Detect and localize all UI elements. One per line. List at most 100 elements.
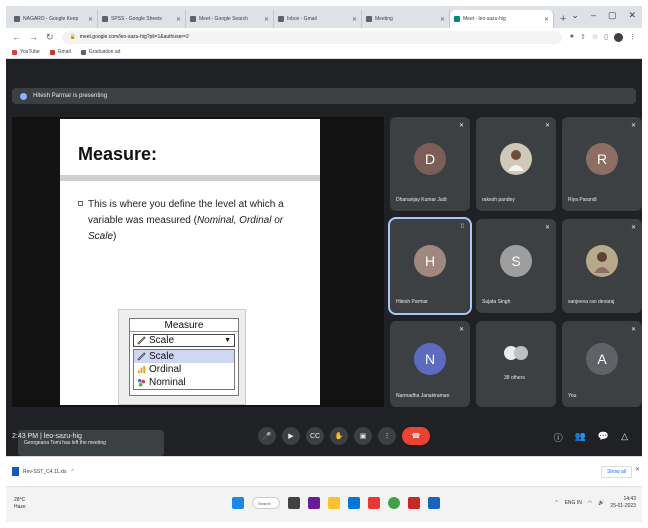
download-item[interactable]: Rev-SST_C4.11.xls ⌃: [12, 467, 75, 476]
close-window-button[interactable]: ✕: [628, 10, 636, 21]
spss-measure-widget: Measure Scale ▼ Scale Ordinal Nominal: [129, 318, 239, 396]
menu-kebab-icon[interactable]: ⋮: [629, 33, 636, 42]
person-photo-icon: [594, 252, 610, 273]
info-icon[interactable]: ⓘ: [554, 431, 563, 444]
people-icon[interactable]: 👥: [575, 431, 586, 444]
participant-grid: ✕ D Dhananjay Kumar Jadi ✕ rakesh pandey…: [388, 117, 642, 407]
participant-tile[interactable]: ✕ S Sujata Singh: [476, 219, 556, 313]
pdf-app-icon[interactable]: [408, 497, 420, 509]
spss-option: Ordinal: [134, 363, 234, 376]
clock[interactable]: 14:43 25-01-2023: [610, 496, 636, 510]
spss-measure-select: Scale ▼: [133, 334, 235, 347]
hand-icon: ✋: [334, 433, 344, 440]
mic-off-icon: ✕: [630, 327, 636, 333]
participant-avatar: A: [586, 343, 618, 375]
windows-start-icon[interactable]: [232, 497, 244, 509]
bookmark-item[interactable]: Gmail: [49, 49, 71, 55]
present-screen-icon: ▣: [359, 433, 367, 440]
captions-button[interactable]: CC: [306, 427, 324, 445]
back-arrow-icon[interactable]: ←: [12, 32, 21, 42]
tab-search-icon[interactable]: ⌄: [571, 10, 579, 21]
meet-area: Hitesh Parmar is presenting Measure: Thi…: [6, 59, 642, 456]
others-tile[interactable]: 38 others: [476, 321, 556, 407]
raise-hand-button[interactable]: ✋: [330, 427, 348, 445]
task-view-icon[interactable]: [288, 497, 300, 509]
mic-off-icon: ✕: [544, 123, 550, 129]
wifi-icon[interactable]: ◠: [588, 500, 592, 506]
store-icon[interactable]: [368, 497, 380, 509]
camera-in-use-icon[interactable]: ●: [570, 33, 574, 42]
browser-tab[interactable]: Meet - Google Search ✕: [186, 10, 274, 28]
new-tab-button[interactable]: +: [560, 13, 566, 25]
participant-name: Hitesh Parmar: [396, 299, 428, 305]
captions-icon: CC: [309, 432, 321, 440]
edge-icon[interactable]: [348, 497, 360, 509]
bookmark-star-icon[interactable]: ☆: [592, 33, 598, 42]
windows-taskbar: 28°C Haze Search ⌃ ENG IN ◠ 🔊 14:43 25-0…: [6, 486, 642, 522]
mic-button[interactable]: 🎤: [258, 427, 276, 445]
profile-avatar[interactable]: [614, 32, 623, 42]
tab-close-icon[interactable]: ✕: [544, 16, 549, 23]
taskbar-apps: Search: [232, 497, 440, 509]
url-field[interactable]: 🔒 meet.google.com/leo-sazu-hig?pli=1&aut…: [61, 30, 562, 44]
downloads-bar: Rev-SST_C4.11.xls ⌃ Show all ✕: [6, 456, 642, 486]
word-app-icon[interactable]: [428, 497, 440, 509]
chat-icon[interactable]: 💬: [598, 431, 609, 444]
activities-icon[interactable]: △: [621, 431, 628, 444]
participant-name: rakesh pandey: [482, 197, 515, 203]
file-explorer-icon[interactable]: [328, 497, 340, 509]
show-all-button[interactable]: Show all: [601, 466, 632, 478]
chevron-up-icon[interactable]: ⌃: [71, 469, 75, 475]
camera-button[interactable]: ▶: [282, 427, 300, 445]
spss-option: Scale: [134, 350, 234, 363]
forward-arrow-icon[interactable]: →: [29, 32, 38, 42]
share-icon[interactable]: ⇪: [580, 33, 586, 42]
participant-name: Riya Parandi: [568, 197, 597, 203]
chevron-up-icon[interactable]: ⌃: [554, 500, 558, 506]
volume-icon[interactable]: 🔊: [598, 500, 604, 506]
weather-widget[interactable]: 28°C Haze: [14, 497, 26, 511]
presenting-banner: Hitesh Parmar is presenting: [12, 88, 636, 104]
nominal-circles-icon: [137, 378, 146, 387]
browser-tab[interactable]: Inbox - Gmail ✕: [274, 10, 362, 28]
participant-avatar: S: [500, 245, 532, 277]
tab-close-icon[interactable]: ✕: [440, 16, 445, 23]
participant-tile-speaking[interactable]: ⁞⁞ H Hitesh Parmar: [388, 217, 472, 315]
tab-close-icon[interactable]: ✕: [88, 16, 93, 23]
chrome-icon[interactable]: [388, 497, 400, 509]
participant-tile-self[interactable]: ✕ A You: [562, 321, 642, 407]
maximize-button[interactable]: ▢: [608, 10, 617, 21]
reload-icon[interactable]: ↻: [46, 32, 54, 43]
side-panel-controls: ⓘ 👥 💬 △: [554, 431, 628, 444]
chat-app-icon[interactable]: [308, 497, 320, 509]
browser-tab[interactable]: NAGARO - Google Keep ✕: [10, 10, 98, 28]
browser-tab-active[interactable]: Meet - leo-sazu-hig ✕: [450, 10, 554, 28]
participant-tile[interactable]: ✕ rakesh pandey: [476, 117, 556, 211]
tab-favicon-icon: [278, 16, 284, 22]
participant-tile[interactable]: ✕ D Dhananjay Kumar Jadi: [390, 117, 470, 211]
tab-close-icon[interactable]: ✕: [176, 16, 181, 23]
present-button[interactable]: ▣: [354, 427, 372, 445]
participant-tile[interactable]: ✕ R Riya Parandi: [562, 117, 642, 211]
tab-title: Meet - leo-sazu-hig: [463, 16, 506, 22]
more-options-button[interactable]: ⋮: [378, 427, 396, 445]
tab-title: Inbox - Gmail: [287, 16, 317, 22]
tab-close-icon[interactable]: ✕: [352, 16, 357, 23]
browser-tab[interactable]: SPSS - Google Sheets ✕: [98, 10, 186, 28]
participant-tile[interactable]: ✕ sanjeeva rao devaraj: [562, 219, 642, 313]
leave-call-button[interactable]: ☎: [402, 427, 430, 445]
minimize-button[interactable]: –: [591, 10, 596, 21]
bookmark-item[interactable]: YouTube: [12, 49, 40, 55]
close-icon[interactable]: ✕: [635, 466, 640, 473]
tab-favicon-icon: [102, 16, 108, 22]
sidebar-icon[interactable]: ▯: [604, 33, 608, 42]
participant-name: You: [568, 393, 577, 399]
tab-close-icon[interactable]: ✕: [264, 16, 269, 23]
participant-tile[interactable]: ✕ N Narmadha Janakiraman: [390, 321, 470, 407]
taskbar-search[interactable]: Search: [252, 497, 280, 509]
bookmark-item[interactable]: Graduation ad: [80, 49, 120, 55]
file-icon: [12, 467, 19, 476]
language-indicator[interactable]: ENG IN: [565, 500, 582, 506]
browser-tab[interactable]: Meeting ✕: [362, 10, 450, 28]
tab-title: NAGARO - Google Keep: [23, 16, 79, 22]
